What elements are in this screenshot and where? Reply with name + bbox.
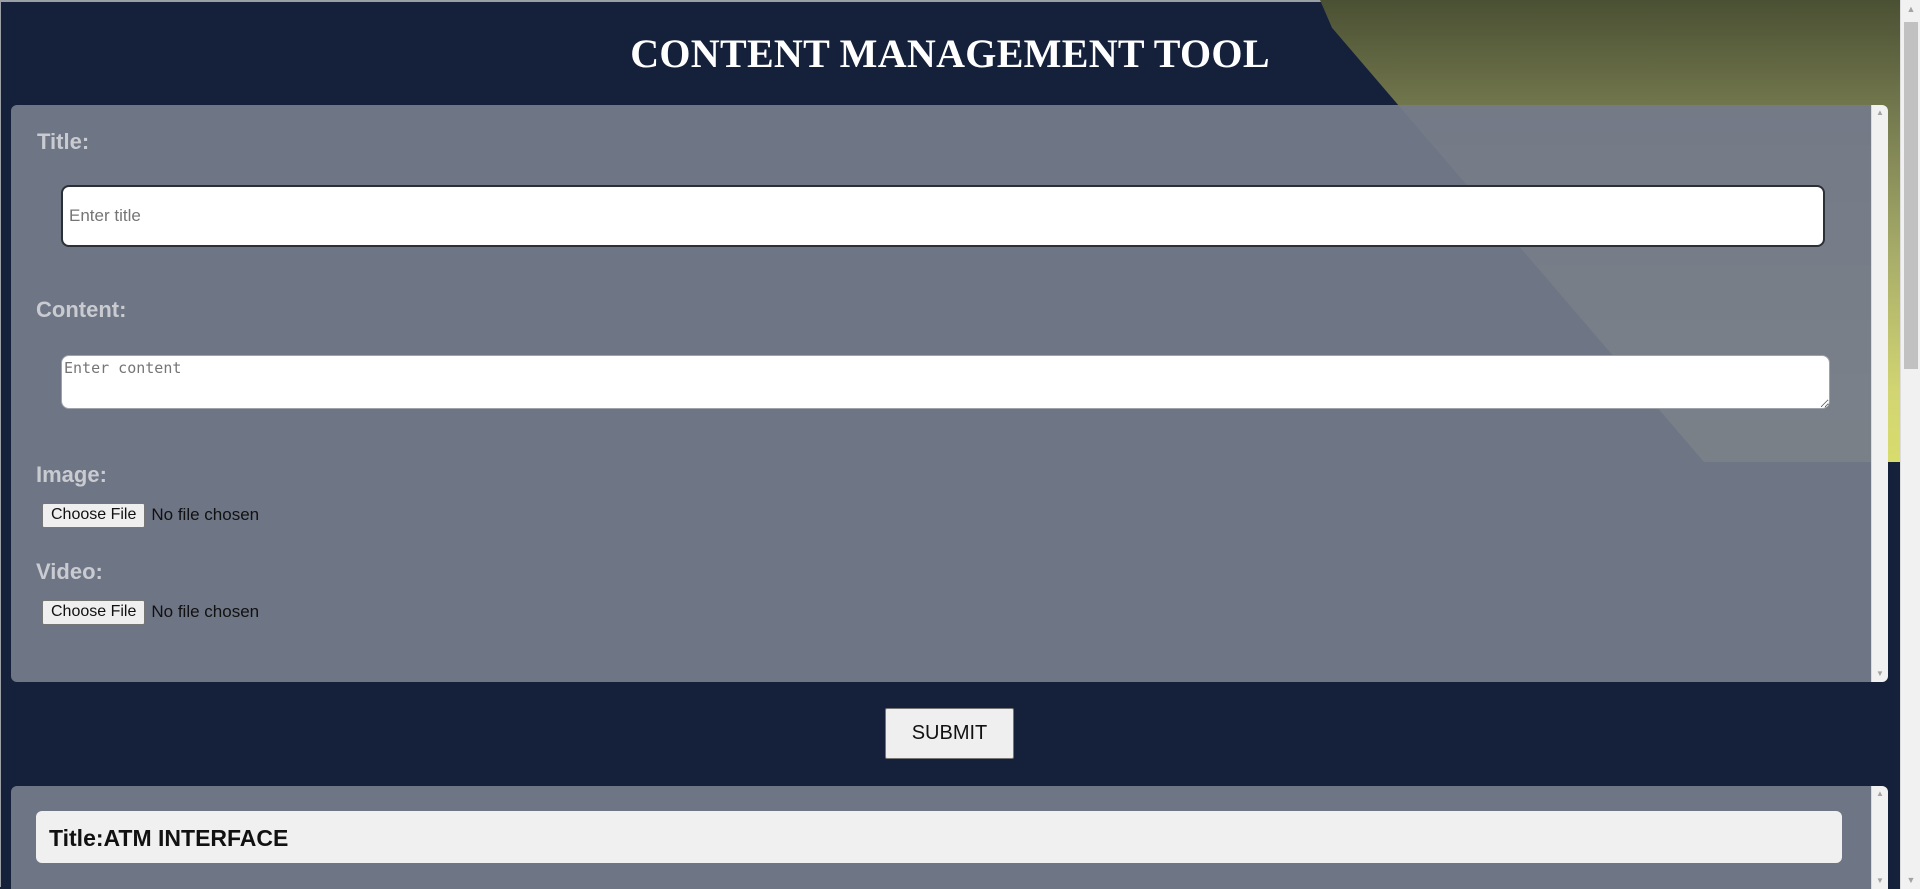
- page-scrollbar[interactable]: ▲ ▼: [1900, 0, 1920, 889]
- video-file-status: No file chosen: [151, 602, 260, 621]
- scrollbar-thumb[interactable]: [1904, 22, 1918, 369]
- image-file-status: No file chosen: [151, 505, 260, 524]
- image-file-input: Choose File No file chosen: [42, 502, 259, 528]
- content-form: Title: Content: Image: Choose File No fi…: [11, 105, 1888, 682]
- scroll-up-icon[interactable]: ▲: [1872, 786, 1888, 802]
- entry-title: Title:ATM INTERFACE: [49, 825, 289, 851]
- image-label: Image:: [36, 462, 107, 487]
- video-file-input: Choose File No file chosen: [42, 599, 259, 625]
- video-label: Video:: [36, 559, 103, 584]
- title-input[interactable]: [61, 185, 1825, 247]
- title-label: Title:: [37, 129, 90, 154]
- entry-card: Title:ATM INTERFACE: [36, 811, 1842, 863]
- scroll-down-icon[interactable]: ▼: [1872, 666, 1888, 682]
- scroll-up-icon[interactable]: ▲: [1901, 0, 1920, 18]
- scroll-down-icon[interactable]: ▼: [1872, 873, 1888, 889]
- content-textarea[interactable]: [61, 355, 1830, 409]
- entries-panel: Title:ATM INTERFACE ▲ ▼: [11, 786, 1888, 889]
- video-choose-file-button[interactable]: Choose File: [42, 599, 146, 625]
- scroll-down-icon[interactable]: ▼: [1901, 871, 1920, 889]
- page-title: CONTENT MANAGEMENT TOOL: [630, 31, 1270, 76]
- content-label: Content:: [36, 297, 127, 322]
- form-scrollbar[interactable]: ▲ ▼: [1871, 105, 1888, 682]
- image-choose-file-button[interactable]: Choose File: [42, 502, 146, 528]
- entries-scrollbar[interactable]: ▲ ▼: [1871, 786, 1888, 889]
- submit-button[interactable]: SUBMIT: [885, 708, 1014, 759]
- scroll-up-icon[interactable]: ▲: [1872, 105, 1888, 121]
